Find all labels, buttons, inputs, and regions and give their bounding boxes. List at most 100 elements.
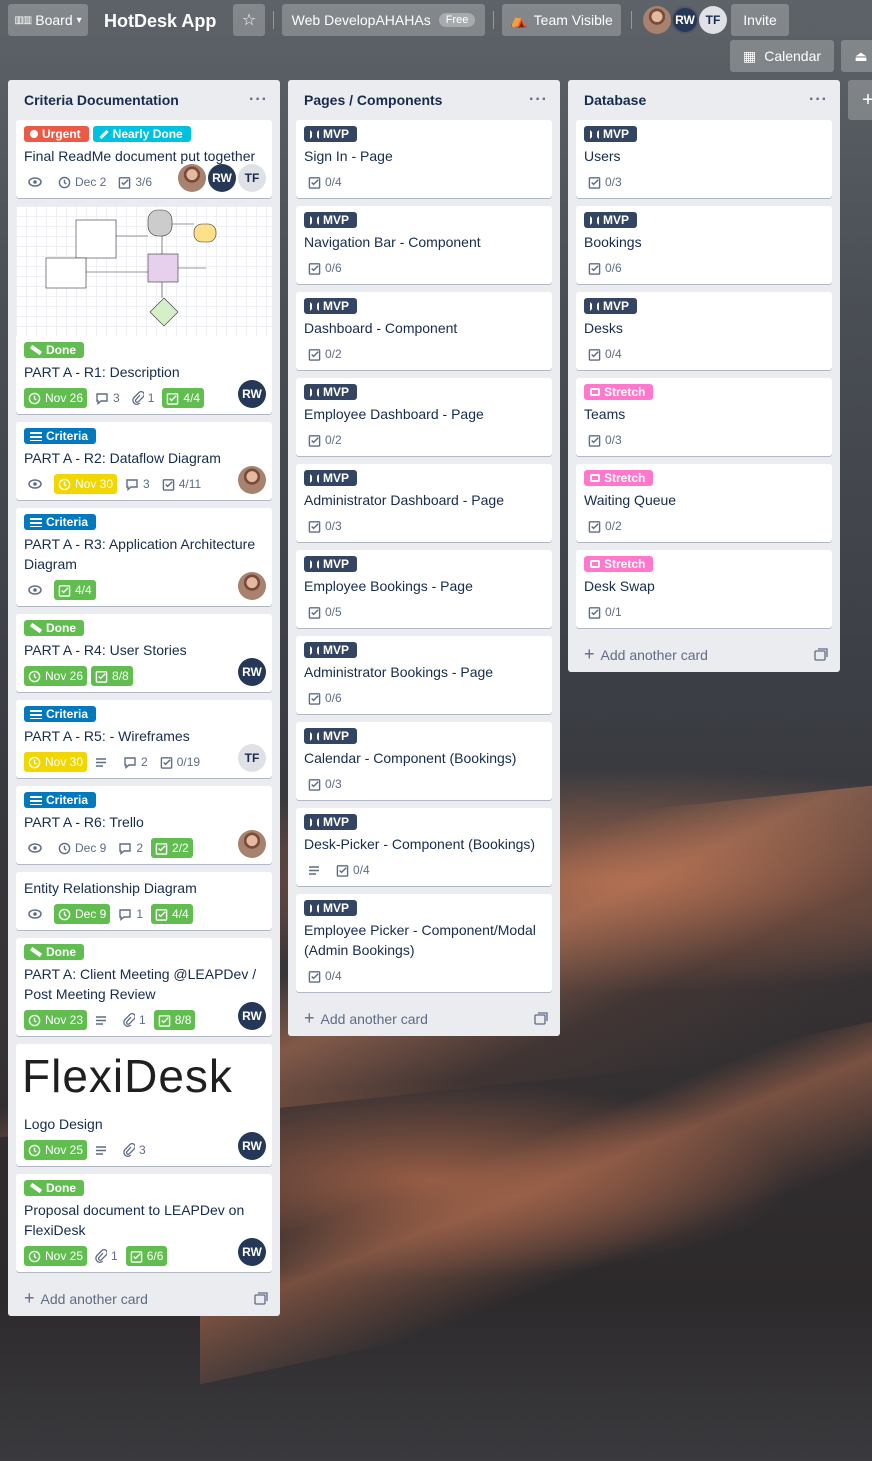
card-label[interactable]: Criteria — [24, 514, 97, 530]
card[interactable]: MVP Employee Bookings - Page 0/5 — [296, 550, 552, 628]
member-avatar[interactable]: RW — [238, 1002, 266, 1030]
member-avatar[interactable] — [178, 164, 206, 192]
member-avatar[interactable]: TF — [238, 164, 266, 192]
card[interactable]: Done PART A - R1: Description Nov 26 3 1 4/4 R… — [16, 206, 272, 414]
due-date-badge[interactable]: Nov 25 — [24, 1246, 88, 1266]
card[interactable]: Criteria PART A - R5: - Wireframes Nov 30 2… — [16, 700, 272, 778]
member-avatar[interactable]: RW — [238, 658, 266, 686]
due-date-badge[interactable]: Nov 26 — [24, 388, 88, 408]
list-header[interactable]: Database ··· — [568, 80, 840, 120]
due-date-badge[interactable]: Dec 9 — [54, 838, 110, 858]
card[interactable]: MVP Employee Dashboard - Page 0/2 — [296, 378, 552, 456]
card-label[interactable]: MVP — [304, 298, 358, 314]
member-avatar[interactable] — [238, 466, 266, 494]
card-label[interactable]: MVP — [304, 642, 358, 658]
add-card-button[interactable]: + Add another card — [24, 1288, 148, 1309]
card-label[interactable]: MVP — [304, 900, 358, 916]
member-avatar[interactable]: RW — [238, 1132, 266, 1160]
card-label[interactable]: Stretch — [584, 470, 654, 486]
card[interactable]: MVP Employee Picker - Component/Modal (Ad… — [296, 894, 552, 992]
more-icon[interactable]: ··· — [529, 91, 548, 109]
member-avatar[interactable]: TF — [699, 6, 727, 34]
card-label[interactable]: MVP — [304, 470, 358, 486]
board-switcher-button[interactable]: ▥▥ Board ▾ — [8, 4, 88, 36]
card[interactable]: Stretch Desk Swap 0/1 — [576, 550, 832, 628]
card[interactable]: MVP Administrator Dashboard - Page 0/3 — [296, 464, 552, 542]
member-avatar[interactable]: TF — [238, 744, 266, 772]
due-date-badge[interactable]: Dec 9 — [54, 904, 111, 924]
card-label[interactable]: MVP — [584, 212, 638, 228]
add-card-button[interactable]: + Add another card — [584, 644, 708, 665]
add-card-button[interactable]: + Add another card — [304, 1008, 428, 1029]
card[interactable]: Criteria PART A - R6: Trello Dec 9 2 2/2 — [16, 786, 272, 864]
card[interactable]: MVP Administrator Bookings - Page 0/6 — [296, 636, 552, 714]
member-avatar[interactable]: RW — [238, 1238, 266, 1266]
card[interactable]: FlexiDesk Logo Design Nov 25 3 RW — [16, 1044, 272, 1166]
invite-button[interactable]: Invite — [731, 4, 789, 36]
list-header[interactable]: Criteria Documentation ··· — [8, 80, 280, 120]
card-label[interactable]: Done — [24, 1180, 84, 1196]
card[interactable]: MVP Calendar - Component (Bookings) 0/3 — [296, 722, 552, 800]
list-title[interactable]: Pages / Components — [304, 92, 442, 108]
card-template-icon[interactable] — [534, 1011, 548, 1025]
card-label[interactable]: Stretch — [584, 384, 654, 400]
due-date-badge[interactable]: Nov 23 — [24, 1010, 88, 1030]
card[interactable]: MVP Dashboard - Component 0/2 — [296, 292, 552, 370]
star-button[interactable]: ☆ — [233, 4, 265, 36]
card[interactable]: Criteria PART A - R2: Dataflow Diagram Nov… — [16, 422, 272, 500]
card[interactable]: Criteria PART A - R3: Application Archite… — [16, 508, 272, 606]
card-label[interactable]: MVP — [304, 126, 358, 142]
visibility-button[interactable]: ⛺ Team Visible — [502, 4, 621, 36]
member-avatar[interactable] — [643, 6, 671, 34]
card[interactable]: Done Proposal document to LEAPDev on Flex… — [16, 1174, 272, 1272]
due-date-badge[interactable]: Dec 2 — [54, 172, 110, 192]
card-label[interactable]: Done — [24, 944, 84, 960]
member-avatar[interactable]: RW — [238, 380, 266, 408]
card-label[interactable]: Criteria — [24, 428, 97, 444]
list-header[interactable]: Pages / Components ··· — [288, 80, 560, 120]
card[interactable]: Urgent Nearly Done Final ReadMe document p… — [16, 120, 272, 198]
card[interactable]: Done PART A: Client Meeting @LEAPDev / Po… — [16, 938, 272, 1036]
card-label[interactable]: Stretch — [584, 556, 654, 572]
card[interactable]: MVP Desk-Picker - Component (Bookings) 0/4 — [296, 808, 552, 886]
card-label[interactable]: MVP — [584, 298, 638, 314]
more-icon[interactable]: ··· — [809, 91, 828, 109]
card-label[interactable]: MVP — [304, 556, 358, 572]
member-avatar[interactable] — [238, 830, 266, 858]
butler-button[interactable]: ⏏ — [841, 40, 872, 72]
more-icon[interactable]: ··· — [249, 91, 268, 109]
board-title[interactable]: HotDesk App — [104, 7, 216, 35]
card[interactable]: MVP Users 0/3 — [576, 120, 832, 198]
card-label[interactable]: Done — [24, 342, 84, 358]
card-label[interactable]: MVP — [584, 126, 638, 142]
card-label[interactable]: MVP — [304, 212, 358, 228]
member-avatar[interactable]: RW — [671, 6, 699, 34]
card[interactable]: Stretch Teams 0/3 — [576, 378, 832, 456]
card-label[interactable]: MVP — [304, 814, 358, 830]
card[interactable]: Stretch Waiting Queue 0/2 — [576, 464, 832, 542]
calendar-powerup-button[interactable]: ▦ Calendar — [730, 40, 834, 72]
card-label[interactable]: Nearly Done — [92, 126, 191, 142]
due-date-badge[interactable]: Nov 30 — [54, 474, 118, 494]
card[interactable]: MVP Desks 0/4 — [576, 292, 832, 370]
card-label[interactable]: Criteria — [24, 706, 97, 722]
list-title[interactable]: Criteria Documentation — [24, 92, 179, 108]
card[interactable]: MVP Sign In - Page 0/4 — [296, 120, 552, 198]
card-label[interactable]: Criteria — [24, 792, 97, 808]
card-label[interactable]: MVP — [304, 384, 358, 400]
card[interactable]: Done PART A - R4: User Stories Nov 26 8/8 RW — [16, 614, 272, 692]
card[interactable]: Entity Relationship Diagram Dec 9 1 4/4 — [16, 872, 272, 930]
add-list-button[interactable]: + — [848, 80, 872, 120]
card-label[interactable]: Urgent — [24, 126, 89, 142]
due-date-badge[interactable]: Nov 30 — [24, 752, 88, 772]
card[interactable]: MVP Navigation Bar - Component 0/6 — [296, 206, 552, 284]
card-template-icon[interactable] — [254, 1291, 268, 1305]
card-label[interactable]: MVP — [304, 728, 358, 744]
card-template-icon[interactable] — [814, 647, 828, 661]
due-date-badge[interactable]: Nov 25 — [24, 1140, 88, 1160]
workspace-button[interactable]: Web DevelopAHAHAs Free — [282, 4, 485, 36]
member-avatar[interactable]: RW — [208, 164, 236, 192]
card[interactable]: MVP Bookings 0/6 — [576, 206, 832, 284]
list-title[interactable]: Database — [584, 92, 646, 108]
member-avatar[interactable] — [238, 572, 266, 600]
